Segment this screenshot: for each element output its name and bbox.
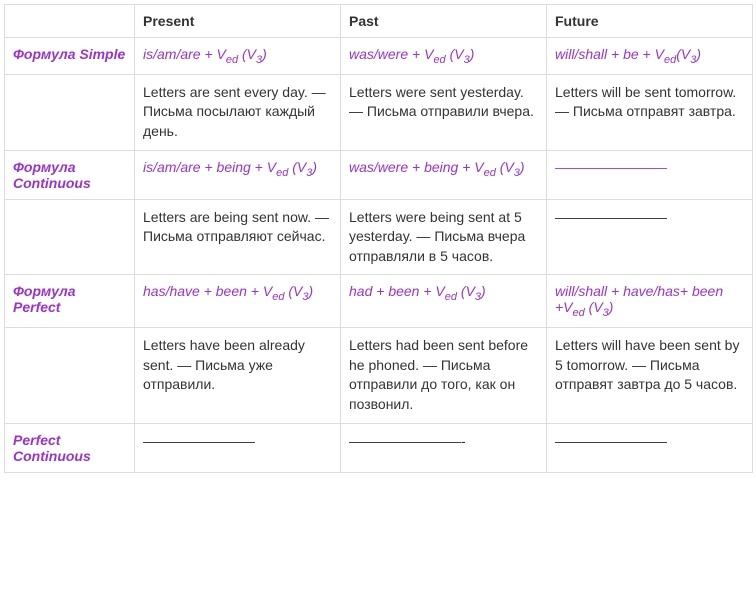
header-past: Past (341, 5, 547, 38)
simple-past-formula: was/were + Ved (V3) (341, 38, 547, 75)
label-empty (5, 199, 135, 275)
perfect-future-formula: will/shall + have/has+ been +Ved (V3) (547, 275, 753, 328)
row-perfect-continuous: Perfect Continuous ———————— ————————- ——… (5, 423, 753, 472)
perfect-continuous-present: ———————— (135, 423, 341, 472)
continuous-past-formula: was/were + being + Ved (V3) (341, 150, 547, 199)
perfect-present-formula: has/have + been + Ved (V3) (135, 275, 341, 328)
continuous-present-formula: is/am/are + being + Ved (V3) (135, 150, 341, 199)
perfect-past-example: Letters had been sent before he phoned. … (341, 328, 547, 423)
label-empty (5, 328, 135, 423)
simple-present-example: Letters are sent every day. — Письма пос… (135, 74, 341, 150)
simple-future-example: Letters will be sent tomorrow. — Письма … (547, 74, 753, 150)
continuous-future-example: ———————— (547, 199, 753, 275)
row-simple-formula: Формула Simple is/am/are + Ved (V3) was/… (5, 38, 753, 75)
perfect-future-example: Letters will have been sent by 5 tomorro… (547, 328, 753, 423)
header-blank (5, 5, 135, 38)
continuous-past-example: Letters were being sent at 5 yesterday. … (341, 199, 547, 275)
row-continuous-example: Letters are being sent now. — Письма отп… (5, 199, 753, 275)
row-perfect-formula: Формула Perfect has/have + been + Ved (V… (5, 275, 753, 328)
simple-future-formula: will/shall + be + Ved(V3) (547, 38, 753, 75)
label-empty (5, 74, 135, 150)
row-perfect-example: Letters have been already sent. — Письма… (5, 328, 753, 423)
passive-voice-table: Present Past Future Формула Simple is/am… (4, 4, 753, 473)
continuous-present-example: Letters are being sent now. — Письма отп… (135, 199, 341, 275)
row-continuous-formula: Формула Continuous is/am/are + being + V… (5, 150, 753, 199)
header-row: Present Past Future (5, 5, 753, 38)
continuous-future-formula: ———————— (547, 150, 753, 199)
label-perfect-continuous: Perfect Continuous (5, 423, 135, 472)
header-present: Present (135, 5, 341, 38)
perfect-past-formula: had + been + Ved (V3) (341, 275, 547, 328)
row-simple-example: Letters are sent every day. — Письма пос… (5, 74, 753, 150)
perfect-present-example: Letters have been already sent. — Письма… (135, 328, 341, 423)
simple-present-formula: is/am/are + Ved (V3) (135, 38, 341, 75)
header-future: Future (547, 5, 753, 38)
simple-past-example: Letters were sent yesterday. — Письма от… (341, 74, 547, 150)
label-perfect: Формула Perfect (5, 275, 135, 328)
perfect-continuous-past: ————————- (341, 423, 547, 472)
perfect-continuous-future: ———————— (547, 423, 753, 472)
label-continuous: Формула Continuous (5, 150, 135, 199)
label-simple: Формула Simple (5, 38, 135, 75)
